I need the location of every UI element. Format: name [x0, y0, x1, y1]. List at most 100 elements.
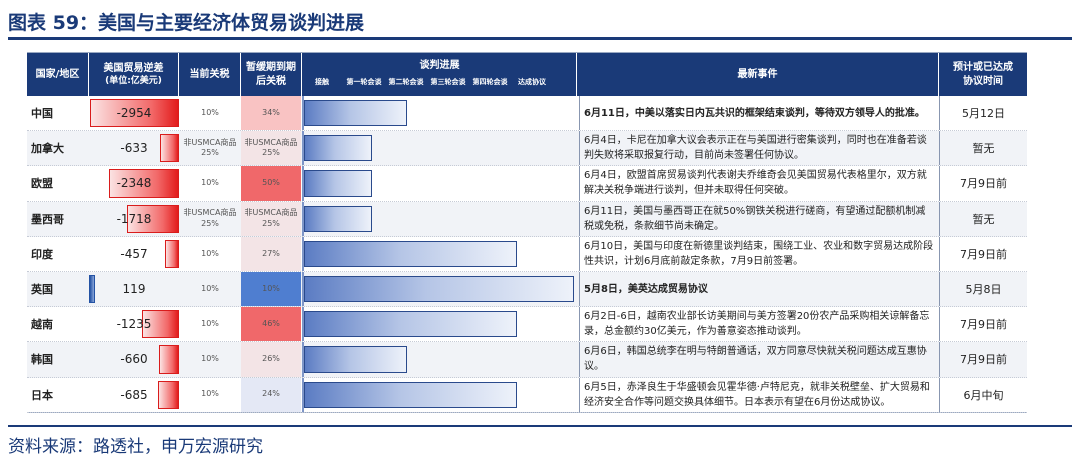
trade-balance-value: -2954	[116, 106, 152, 121]
post-tariff-cell: 非USMCA商品 25%	[241, 131, 301, 166]
negotiation-progress-bar	[304, 170, 372, 197]
trade-balance-value: -2348	[116, 176, 152, 191]
negotiation-progress-bar	[304, 135, 372, 162]
country-name: 越南	[31, 318, 53, 332]
trade-balance-cell: -2348	[89, 166, 179, 200]
current-tariff: 10%	[201, 319, 219, 329]
footer-rule	[8, 425, 1072, 427]
latest-news: 6月4日，欧盟首席贸易谈判代表谢夫乔维奇会见美国贸易代表格里尔，双方就解决关税争…	[579, 166, 939, 201]
post-tariff-cell: 26%	[241, 342, 301, 377]
negotiation-progress-cell	[302, 236, 577, 271]
stage-label: 达成协议	[518, 78, 546, 86]
stage-label: 接触	[315, 78, 329, 86]
current-tariff: 10%	[201, 283, 219, 293]
table-row: 中国 -2954 10% 34% 6月11日，中美以落实日内瓦共识的框架结束谈判，等待双…	[27, 96, 1027, 132]
post-tariff-value: 非USMCA商品 25%	[244, 137, 298, 158]
negotiation-progress-bar	[304, 240, 518, 267]
table-row: 印度 -457 10% 27% 6月10日，美国与印度在新德里谈判结束，围绕工业、农业和…	[27, 236, 1027, 272]
negotiation-progress-cell	[302, 272, 577, 307]
trade-balance-cell: -1235	[89, 307, 179, 341]
country-name: 印度	[31, 247, 53, 261]
country-name: 加拿大	[31, 142, 64, 156]
post-tariff-value: 非USMCA商品 25%	[244, 208, 298, 228]
table-header: 国家/地区 美国贸易逆差 (单位:亿美元) 当前关税 暂缓期到期 后关税 谈判进展 …	[27, 53, 1027, 96]
post-tariff-cell: 50%	[241, 166, 301, 201]
source-note: 资料来源：路透社，申万宏源研究	[8, 437, 263, 457]
stage-label: 第三轮会谈	[430, 78, 466, 86]
latest-news: 6月2日-6日，越南农业部长访美期间与美方签署20份农产品采购相关谅解备忘录，总…	[579, 307, 939, 342]
trade-balance-cell: -660	[89, 342, 179, 376]
negotiation-progress-bar	[304, 276, 574, 303]
title-rule	[8, 37, 1072, 40]
trade-balance-cell: -633	[89, 131, 179, 165]
negotiation-progress-cell	[302, 131, 577, 166]
trade-balance-cell: 119	[89, 272, 179, 306]
trade-balance-value: -633	[120, 141, 148, 156]
post-tariff-value: 26%	[262, 354, 280, 364]
agreement-date: 7月9日前	[939, 166, 1027, 201]
agreement-date: 7月9日前	[939, 236, 1027, 271]
table-row: 欧盟 -2348 10% 50% 6月4日，欧盟首席贸易谈判代表谢夫乔维奇会见美国贸易代…	[27, 166, 1027, 202]
stage-label: 第四轮会谈	[472, 78, 508, 86]
header-negotiation-title: 谈判进展	[419, 60, 460, 71]
header-trade-balance: 美国贸易逆差 (单位:亿美元)	[89, 53, 179, 96]
latest-news: 6月5日，赤泽良生于华盛顿会见霍华德·卢特尼克，就非关税壁垒、扩大贸易和经济安全…	[579, 377, 939, 412]
agreement-date: 5月8日	[939, 272, 1027, 307]
trade-balance-value: -685	[120, 387, 148, 402]
current-tariff: 非USMCA商品 25%	[183, 137, 237, 158]
post-tariff-cell: 34%	[241, 96, 301, 131]
post-tariff-value: 34%	[262, 107, 280, 117]
table-row: 日本 -685 10% 24% 6月5日，赤泽良生于华盛顿会见霍华德·卢特尼克，就非关税…	[27, 377, 1027, 413]
trade-balance-cell: -2954	[89, 96, 179, 130]
agreement-date: 7月9日前	[939, 307, 1027, 342]
negotiation-stages: 接触 第一轮会谈 第二轮会谈 第三轮会谈 第四轮会谈 达成协议	[302, 77, 577, 91]
agreement-date: 7月9日前	[939, 342, 1027, 377]
negotiation-progress-cell	[302, 307, 577, 342]
country-name: 韩国	[31, 353, 53, 367]
latest-news: 6月11日，美国与墨西哥正在就50%钢铁关税进行磋商，有望通过配额机制减税或免税…	[579, 201, 939, 236]
table-row: 英国 119 10% 10% 5月8日，美英达成贸易协议 5月8日	[27, 272, 1027, 308]
agreement-date: 6月中旬	[939, 377, 1027, 412]
latest-news: 5月8日，美英达成贸易协议	[579, 272, 939, 307]
trade-balance-value: -457	[120, 246, 148, 261]
latest-news: 6月10日，美国与印度在新德里谈判结束，围绕工业、农业和数字贸易达成阶段性共识，…	[579, 236, 939, 271]
negotiation-progress-bar	[304, 381, 518, 408]
negotiation-progress-bar	[304, 311, 518, 338]
page-title: 图表 59：美国与主要经济体贸易谈判进展	[8, 12, 365, 34]
post-tariff-cell: 24%	[241, 377, 301, 412]
header-date: 预计或已达成 协议时间	[953, 62, 1013, 87]
latest-news: 6月11日，中美以落实日内瓦共识的框架结束谈判，等待双方领导人的批准。	[579, 96, 939, 131]
post-tariff-value: 50%	[262, 178, 280, 188]
country-name: 日本	[31, 388, 53, 402]
trade-balance-value: -1235	[116, 317, 152, 332]
negotiation-progress-cell	[302, 342, 577, 377]
stage-label: 第二轮会谈	[388, 78, 424, 86]
post-tariff-value: 10%	[262, 283, 280, 293]
negotiation-progress-cell	[302, 377, 577, 412]
post-tariff-value: 46%	[262, 319, 280, 329]
header-post-tariff: 暂缓期到期 后关税	[241, 53, 302, 96]
trade-balance-value: -660	[120, 352, 148, 367]
country-name: 中国	[31, 107, 53, 121]
table-body: 中国 -2954 10% 34% 6月11日，中美以落实日内瓦共识的框架结束谈判，等待双…	[27, 96, 1027, 413]
country-name: 欧盟	[31, 177, 53, 191]
country-name: 英国	[31, 283, 53, 297]
negotiation-progress-cell	[302, 96, 577, 131]
post-tariff-cell: 46%	[241, 307, 301, 342]
trade-balance-cell: -685	[89, 378, 179, 412]
latest-news: 6月4日，卡尼在加拿大议会表示正在与美国进行密集谈判，同时也在准备若谈判失败将采…	[579, 131, 939, 166]
negotiation-progress-cell	[302, 201, 577, 236]
current-tariff: 非USMCA商品 25%	[183, 208, 237, 228]
current-tariff: 10%	[201, 389, 219, 399]
table-row: 韩国 -660 10% 26% 6月6日，韩国总统李在明与特朗普通话，双方同意尽快就关税…	[27, 342, 1027, 378]
stage-label: 第一轮会谈	[346, 78, 382, 86]
country-name: 墨西哥	[31, 212, 64, 226]
current-tariff: 10%	[201, 248, 219, 258]
table-row: 越南 -1235 10% 46% 6月2日-6日，越南农业部长访美期间与美方签署20份农…	[27, 307, 1027, 343]
trade-balance-cell: -457	[89, 237, 179, 271]
trade-balance-value: -1718	[116, 211, 152, 226]
table-row: 墨西哥 -1718 非USMCA商品 25% 非USMCA商品 25% 6月11日，美国…	[27, 201, 1027, 237]
header-negotiation: 谈判进展 接触 第一轮会谈 第二轮会谈 第三轮会谈 第四轮会谈 达成协议	[302, 53, 577, 96]
negotiation-progress-bar	[304, 100, 407, 127]
agreement-date: 暂无	[939, 131, 1027, 166]
